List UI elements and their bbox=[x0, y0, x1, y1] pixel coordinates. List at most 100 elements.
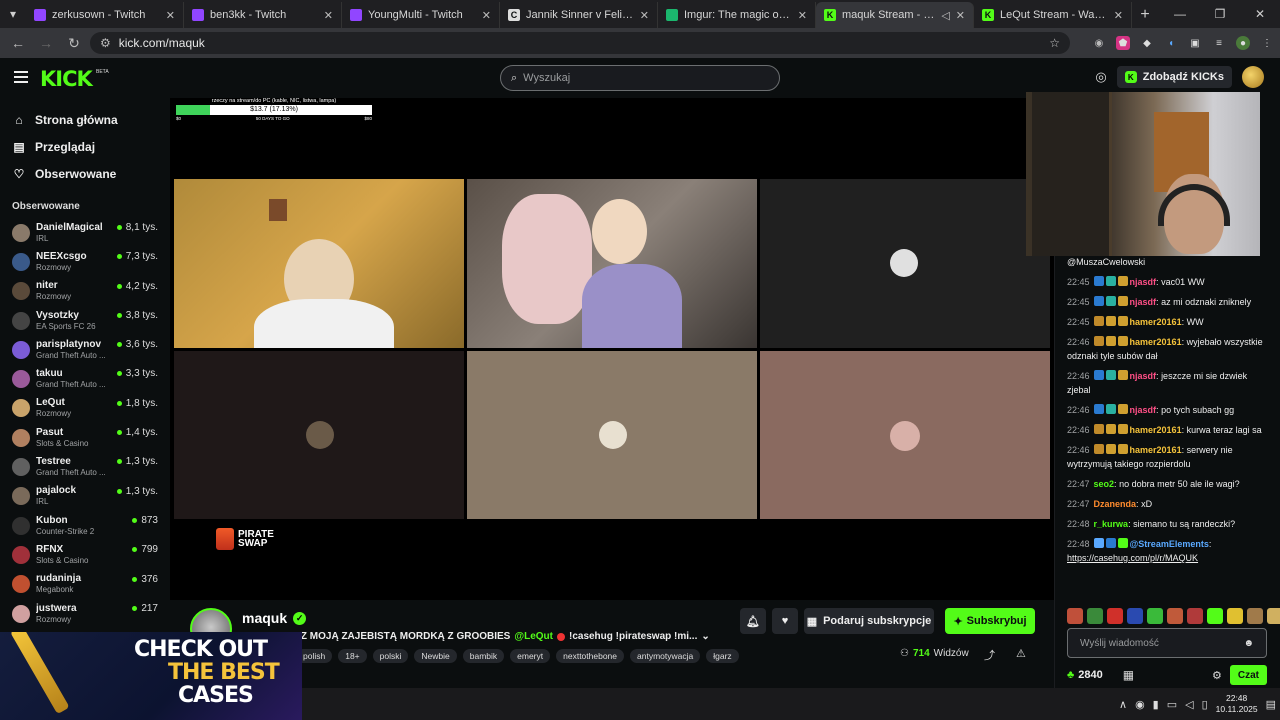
followed-channel[interactable]: pajalock IRL 1,3 tys. bbox=[0, 482, 170, 511]
browser-tab[interactable]: C Jannik Sinner v Felix Auger-Aliassime ✕ bbox=[500, 2, 658, 28]
tab-search-icon[interactable]: ▾ bbox=[0, 0, 26, 28]
followed-channel[interactable]: takuu Grand Theft Auto ... 3,3 tys. bbox=[0, 364, 170, 393]
emote-icon[interactable] bbox=[1147, 608, 1163, 624]
tab-close-icon[interactable]: ✕ bbox=[956, 9, 965, 22]
tray-app-icon[interactable]: ◉ bbox=[1135, 698, 1145, 711]
title-mention[interactable]: @LeQut bbox=[514, 631, 553, 642]
message-user[interactable]: Dzanenda bbox=[1094, 499, 1137, 509]
followed-channel[interactable]: parisplatynov Grand Theft Auto ... 3,6 tys… bbox=[0, 335, 170, 364]
browser-tab[interactable]: ben3kk - Twitch ✕ bbox=[184, 2, 342, 28]
volume-icon[interactable]: ◁ bbox=[1185, 698, 1193, 711]
followed-channel[interactable]: rudaninja Megabonk 376 bbox=[0, 570, 170, 599]
emoji-picker-icon[interactable]: ☻ bbox=[1243, 638, 1254, 649]
tab-close-icon[interactable]: ✕ bbox=[798, 9, 807, 22]
emote-icon[interactable] bbox=[1087, 608, 1103, 624]
browser-tab[interactable]: zerkusown - Twitch ✕ bbox=[26, 2, 184, 28]
message-user[interactable]: hamer20161 bbox=[1130, 317, 1182, 327]
message-user[interactable]: hamer20161 bbox=[1130, 337, 1182, 347]
stream-tag[interactable]: polski bbox=[372, 649, 409, 663]
back-icon[interactable]: ← bbox=[6, 31, 30, 55]
minimize-icon[interactable]: — bbox=[1160, 0, 1200, 28]
sidebar-nav-item[interactable]: ▤ Przeglądaj bbox=[0, 133, 170, 160]
emote-icon[interactable] bbox=[1227, 608, 1243, 624]
bookmark-star-icon[interactable]: ☆ bbox=[1049, 36, 1060, 50]
browser-tab[interactable]: K LeQut Stream - Watch Live on Kick ✕ bbox=[974, 2, 1132, 28]
streamer-name[interactable]: maquk bbox=[242, 610, 287, 626]
emote-icon[interactable] bbox=[1167, 608, 1183, 624]
message-user[interactable]: njasdf bbox=[1130, 277, 1157, 287]
stream-tag[interactable]: nexttothebone bbox=[556, 649, 625, 663]
stream-tag[interactable]: 18+ bbox=[338, 649, 367, 663]
extension-icon[interactable]: ◆ bbox=[1140, 36, 1154, 50]
followed-channel[interactable]: LeQut Rozmowy 1,8 tys. bbox=[0, 394, 170, 423]
message-user[interactable]: njasdf bbox=[1130, 297, 1157, 307]
extension-icon[interactable]: ◉ bbox=[1092, 36, 1106, 50]
notify-bell-button[interactable]: 🔔︎ bbox=[740, 608, 766, 634]
search-input[interactable]: ⌕ Wyszukaj bbox=[500, 65, 780, 91]
close-window-icon[interactable]: ✕ bbox=[1240, 0, 1280, 28]
network-icon[interactable]: ▭ bbox=[1167, 698, 1177, 711]
sidebar-nav-item[interactable]: ⌂ Strona główna bbox=[0, 106, 170, 133]
tab-close-icon[interactable]: ✕ bbox=[482, 9, 491, 22]
followed-channel[interactable]: Kubon Counter-Strike 2 873 bbox=[0, 511, 170, 540]
promo-banner[interactable]: CHECK OUT THE BEST CASES bbox=[0, 632, 302, 720]
expand-title-icon[interactable]: ⌄ bbox=[701, 631, 709, 642]
maximize-icon[interactable]: ❐ bbox=[1200, 0, 1240, 28]
battery-icon[interactable]: ▯ bbox=[1202, 698, 1208, 711]
followed-channel[interactable]: Testree Grand Theft Auto ... 1,3 tys. bbox=[0, 452, 170, 481]
message-user[interactable]: hamer20161 bbox=[1130, 445, 1182, 455]
microphone-icon[interactable]: ▮ bbox=[1153, 698, 1159, 711]
stream-tag[interactable]: łgarz bbox=[706, 649, 739, 663]
emote-icon[interactable] bbox=[1247, 608, 1263, 624]
follow-heart-button[interactable]: ♥ bbox=[772, 608, 798, 634]
message-link[interactable]: https://casehug.com/pl/r/MAQUK bbox=[1067, 553, 1198, 563]
chat-settings-icon[interactable]: ⚙ bbox=[1212, 669, 1222, 682]
tab-close-icon[interactable]: ✕ bbox=[166, 9, 175, 22]
new-tab-button[interactable]: + bbox=[1132, 2, 1158, 28]
emote-icon[interactable] bbox=[1267, 608, 1280, 624]
message-user[interactable]: r_kurwa bbox=[1094, 519, 1129, 529]
clock[interactable]: 22:48 10.11.2025 bbox=[1216, 693, 1258, 715]
site-info-icon[interactable]: ⚙ bbox=[100, 36, 111, 50]
message-user[interactable]: njasdf bbox=[1130, 405, 1157, 415]
emote-icon[interactable] bbox=[1067, 608, 1083, 624]
channel-points[interactable]: ♣ 2840 bbox=[1067, 669, 1103, 681]
browser-tab[interactable]: YoungMulti - Twitch ✕ bbox=[342, 2, 500, 28]
followed-channel[interactable]: NEEXcsgo Rozmowy 7,3 tys. bbox=[0, 247, 170, 276]
followed-channel[interactable]: justwera Rozmowy 217 bbox=[0, 599, 170, 628]
browser-tab[interactable]: Imgur: The magic of the Internet ✕ bbox=[658, 2, 816, 28]
reload-icon[interactable]: ↻ bbox=[62, 31, 86, 55]
stream-tag[interactable]: Newbie bbox=[414, 649, 457, 663]
emote-icon[interactable] bbox=[1207, 608, 1223, 624]
followed-channel[interactable]: DanielMagical IRL 8,1 tys. bbox=[0, 218, 170, 247]
gift-subs-button[interactable]: ▦ Podaruj subskrypcje bbox=[804, 608, 934, 634]
menu-toggle-icon[interactable] bbox=[14, 71, 28, 83]
extension-icon[interactable]: ◖ bbox=[1164, 36, 1178, 50]
share-icon[interactable]: ⤴ bbox=[984, 647, 995, 663]
extension-icon[interactable]: ⬟ bbox=[1116, 36, 1130, 50]
stream-tag[interactable]: antymotywacja bbox=[630, 649, 701, 663]
followed-channel[interactable]: Pasut Slots & Casino 1,4 tys. bbox=[0, 423, 170, 452]
chat-gift-icon[interactable]: ▦ bbox=[1123, 668, 1134, 682]
emote-icon[interactable] bbox=[1127, 608, 1143, 624]
forward-icon[interactable]: → bbox=[34, 31, 58, 55]
followed-channel[interactable]: RFNX Slots & Casino 799 bbox=[0, 540, 170, 569]
tab-close-icon[interactable]: ✕ bbox=[324, 9, 333, 22]
subscribe-button[interactable]: ✦ Subskrybuj bbox=[945, 608, 1035, 634]
message-user[interactable]: njasdf bbox=[1130, 371, 1157, 381]
tab-close-icon[interactable]: ✕ bbox=[1114, 9, 1123, 22]
emote-icon[interactable] bbox=[1107, 608, 1123, 624]
stream-tag[interactable]: emeryt bbox=[510, 649, 551, 663]
address-bar[interactable]: ⚙ kick.com/maquk ☆ bbox=[90, 32, 1070, 54]
emote-icon[interactable] bbox=[1187, 608, 1203, 624]
tray-chevron-icon[interactable]: ∧ bbox=[1119, 698, 1127, 711]
tab-close-icon[interactable]: ✕ bbox=[640, 9, 649, 22]
puzzle-icon[interactable]: ▣ bbox=[1188, 36, 1202, 50]
notifications-icon[interactable]: ▤ bbox=[1266, 698, 1276, 711]
chat-send-button[interactable]: Czat bbox=[1229, 665, 1267, 685]
chat-input[interactable]: Wyślij wiadomość ☻ bbox=[1067, 628, 1267, 658]
media-icon[interactable]: ≡ bbox=[1212, 36, 1226, 50]
user-avatar[interactable] bbox=[1242, 66, 1264, 88]
browser-tab[interactable]: Kmaquk Stream - Watch Live on Kick ◁ ✕ bbox=[816, 2, 974, 28]
tab-audio-icon[interactable]: ◁ bbox=[941, 9, 949, 22]
